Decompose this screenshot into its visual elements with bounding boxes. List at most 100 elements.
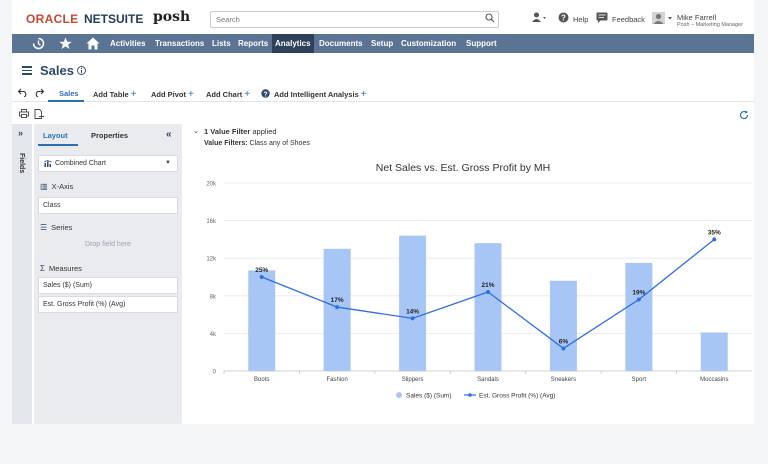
x-tick-label: Boots (254, 377, 269, 383)
measure-field-gross-profit[interactable]: Est. Gross Profit (%) (Avg) (38, 296, 178, 313)
y-tick-label: 20k (206, 182, 217, 188)
sales-bar[interactable] (399, 235, 427, 371)
hamburger-menu-icon[interactable] (22, 66, 32, 75)
gross-profit-point[interactable] (410, 316, 415, 321)
nav-support[interactable]: Support (464, 34, 499, 53)
legend-label-gross-profit[interactable]: Est. Gross Profit (%) (Avg) (479, 392, 555, 399)
xaxis-field-class[interactable]: Class (38, 197, 178, 214)
sales-bar[interactable] (474, 243, 502, 371)
y-tick-label: 8k (210, 294, 217, 300)
print-icon[interactable] (19, 109, 29, 118)
undo-icon[interactable] (18, 88, 28, 97)
home-icon[interactable] (86, 37, 100, 50)
legend-swatch-sales (396, 392, 402, 398)
chart-title: Net Sales vs. Est. Gross Profit by MH (376, 162, 550, 174)
collapse-filter-icon[interactable]: ⌄ (193, 127, 199, 135)
help-icon[interactable]: ? (558, 12, 569, 23)
sigma-icon: Σ (40, 264, 45, 273)
user-role: Posh – Marketing Manager (677, 22, 744, 28)
layout-panel: Layout Properties « Combined Chart ▼ ▥ X-… (34, 124, 182, 424)
add-pivot-button[interactable]: Add Pivot + (151, 89, 194, 100)
user-name[interactable]: Mike Farrell (677, 13, 716, 22)
series-label: Series (51, 223, 73, 232)
feedback-link[interactable]: Feedback (612, 15, 645, 24)
nav-documents[interactable]: Documents (317, 34, 365, 53)
measure-field-sales[interactable]: Sales ($) (Sum) (38, 277, 178, 294)
sales-bar[interactable] (323, 248, 351, 371)
active-tab-indicator (48, 100, 84, 102)
recent-history-icon[interactable] (32, 37, 45, 50)
refresh-icon[interactable] (739, 110, 749, 120)
intelligent-analysis-icon[interactable]: ? (261, 89, 270, 98)
gross-profit-point[interactable] (335, 305, 340, 310)
main-nav: Activities Transactions Lists Reports An… (12, 34, 754, 53)
filter-detail-value: Class any of Shoes (247, 140, 310, 147)
tab-properties[interactable]: Properties (91, 131, 128, 140)
add-table-label: Add Table (93, 90, 129, 99)
expand-fields-icon[interactable]: » (18, 128, 23, 138)
combined-chart: Net Sales vs. Est. Gross Profit by MH 0 4… (206, 162, 752, 399)
sales-bar[interactable] (700, 332, 728, 371)
nav-lists[interactable]: Lists (210, 34, 233, 53)
sales-bar[interactable] (625, 262, 653, 371)
nav-customization[interactable]: Customization (399, 34, 458, 53)
x-tick-label: Moccasins (700, 377, 728, 383)
feedback-icon[interactable] (596, 12, 608, 23)
svg-text:?: ? (561, 14, 566, 23)
info-icon[interactable] (77, 66, 86, 75)
oracle-logo[interactable]: ORACLE (26, 12, 78, 26)
nav-reports[interactable]: Reports (236, 34, 270, 53)
add-chart-button[interactable]: Add Chart + (206, 89, 250, 100)
sales-bar[interactable] (549, 280, 577, 371)
export-file-icon[interactable] (34, 109, 44, 119)
series-section-header: ☰ Series (40, 223, 72, 232)
help-link[interactable]: Help (573, 15, 588, 24)
add-intelligent-analysis-button[interactable]: Add Intelligent Analysis + (274, 89, 367, 100)
global-search-input[interactable] (210, 11, 499, 28)
x-tick-label: Slippers (402, 377, 424, 383)
fields-label[interactable]: Fields (18, 153, 25, 173)
page-title: Sales (40, 63, 74, 78)
chart-type-value: Combined Chart (55, 160, 106, 167)
gross-profit-point[interactable] (259, 275, 264, 279)
series-drop-zone[interactable]: Drop field here (38, 238, 178, 252)
columns-icon: ▥ (40, 182, 48, 191)
nav-analytics[interactable]: Analytics (272, 34, 314, 53)
nav-transactions[interactable]: Transactions (153, 34, 206, 53)
gross-profit-point[interactable] (636, 297, 641, 302)
legend-label-sales[interactable]: Sales ($) (Sum) (406, 392, 452, 399)
y-tick-label: 4k (210, 332, 217, 338)
top-bar: ORACLE NETSUITE posh ? Help Feedback Mik… (12, 0, 754, 35)
app-window: ORACLE NETSUITE posh ? Help Feedback Mik… (12, 0, 754, 424)
combined-chart-icon (44, 160, 52, 167)
gross-profit-point[interactable] (486, 290, 490, 295)
add-chart-label: Add Chart (206, 90, 243, 99)
tab-sales[interactable]: Sales (59, 89, 79, 98)
gross-profit-point[interactable] (561, 346, 566, 351)
collapse-panel-icon[interactable]: « (166, 129, 172, 140)
chart-type-select[interactable]: Combined Chart ▼ (38, 155, 178, 172)
y-tick-label: 12k (206, 257, 217, 263)
filter-detail-label: Value Filters: (204, 140, 248, 147)
user-avatar-icon[interactable] (652, 12, 674, 24)
gross-profit-point[interactable] (712, 237, 717, 242)
value-filter-summary[interactable]: 1 Value Filter applied (204, 127, 277, 136)
filter-count: 1 Value Filter (204, 127, 251, 136)
nav-setup[interactable]: Setup (369, 34, 395, 53)
y-tick-label: 16k (206, 219, 217, 225)
nav-activities[interactable]: Activities (108, 34, 148, 53)
sales-bar[interactable] (248, 270, 276, 371)
x-tick-label: Sport (632, 377, 647, 383)
redo-icon[interactable] (34, 88, 44, 97)
xaxis-label: X-Axis (51, 182, 74, 191)
favorites-star-icon[interactable] (59, 37, 72, 50)
data-label: 25% (255, 267, 268, 274)
add-table-button[interactable]: Add Table + (93, 89, 137, 100)
data-label: 35% (708, 229, 721, 236)
svg-text:?: ? (263, 91, 267, 98)
search-icon[interactable] (485, 13, 495, 23)
data-label: 14% (406, 308, 419, 315)
tab-layout[interactable]: Layout (43, 131, 68, 140)
recent-records-icon[interactable] (532, 12, 546, 23)
netsuite-logo[interactable]: NETSUITE (84, 12, 143, 26)
